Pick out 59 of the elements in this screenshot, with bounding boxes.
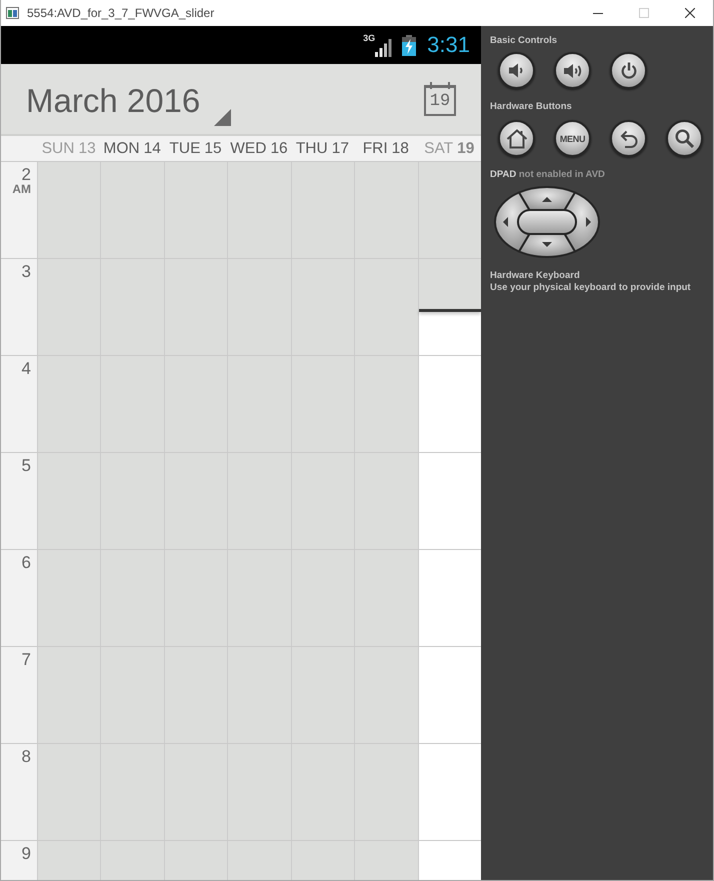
day-number: 19 [457,140,474,158]
app-window-icon [6,7,19,19]
hour-label: 3 [22,263,31,281]
battery-charging-icon [401,34,418,56]
curved-arrow-icon [620,130,638,148]
right-triangle-icon [586,217,591,227]
hour-label: 5 [22,457,31,475]
hour-label: 4 [22,360,31,378]
house-icon [506,128,528,148]
day-number: 18 [392,140,409,158]
day-number: 14 [144,140,161,158]
power-icon [620,62,636,79]
down-triangle-icon [542,242,552,247]
dpad-status-text: DPAD not enabled in AVD [490,169,605,181]
close-icon [685,8,695,18]
power-button[interactable] [610,52,647,89]
signal-bars-icon [375,38,392,56]
hour-label: 7 [22,651,31,669]
hour-label: 9 [22,845,31,863]
day-name: FRI [362,140,388,158]
window-title: 5554:AVD_for_3_7_FWVGA_slider [27,6,214,20]
today-button[interactable]: 19 [424,82,456,116]
maximize-icon [639,8,649,18]
day-number: 15 [204,140,222,158]
keyboard-title: Hardware Keyboard [490,270,580,282]
search-button[interactable] [666,120,703,157]
hour-label: 2 [22,166,31,184]
network-type-label: 3G [363,34,376,42]
day-name: SUN [42,140,74,158]
month-title[interactable]: March 2016 [26,82,200,120]
day-number: 16 [270,140,288,158]
keyboard-note: Use your physical keyboard to provide input [490,282,691,294]
minimize-icon [593,12,603,14]
left-triangle-icon [503,217,508,227]
day-name: TUE [169,140,200,158]
volume-down-icon [508,63,525,78]
home-button[interactable] [498,120,535,157]
back-button[interactable] [610,120,647,157]
am-pm-label: AM [12,184,31,195]
hour-label: 6 [22,554,31,572]
section-title: Basic Controls [490,35,558,47]
volume-down-button[interactable] [498,52,535,89]
dpad-center-button[interactable] [517,209,577,235]
volume-up-button[interactable] [554,52,591,89]
day-name: MON [103,140,140,158]
menu-button[interactable]: MENU [554,120,591,157]
day-number: 13 [78,140,96,158]
clock-time: 3:31 [427,32,470,58]
time-slot[interactable] [418,259,481,355]
up-triangle-icon [542,197,552,202]
volume-up-icon [562,62,582,78]
day-number: 17 [332,140,349,158]
search-icon [675,129,694,148]
dropdown-corner-icon[interactable] [214,109,232,126]
day-name: SAT [424,140,454,158]
day-name: THU [296,140,328,158]
day-name: WED [230,140,266,158]
section-title: Hardware Buttons [490,101,572,113]
hour-label: 8 [22,748,31,766]
